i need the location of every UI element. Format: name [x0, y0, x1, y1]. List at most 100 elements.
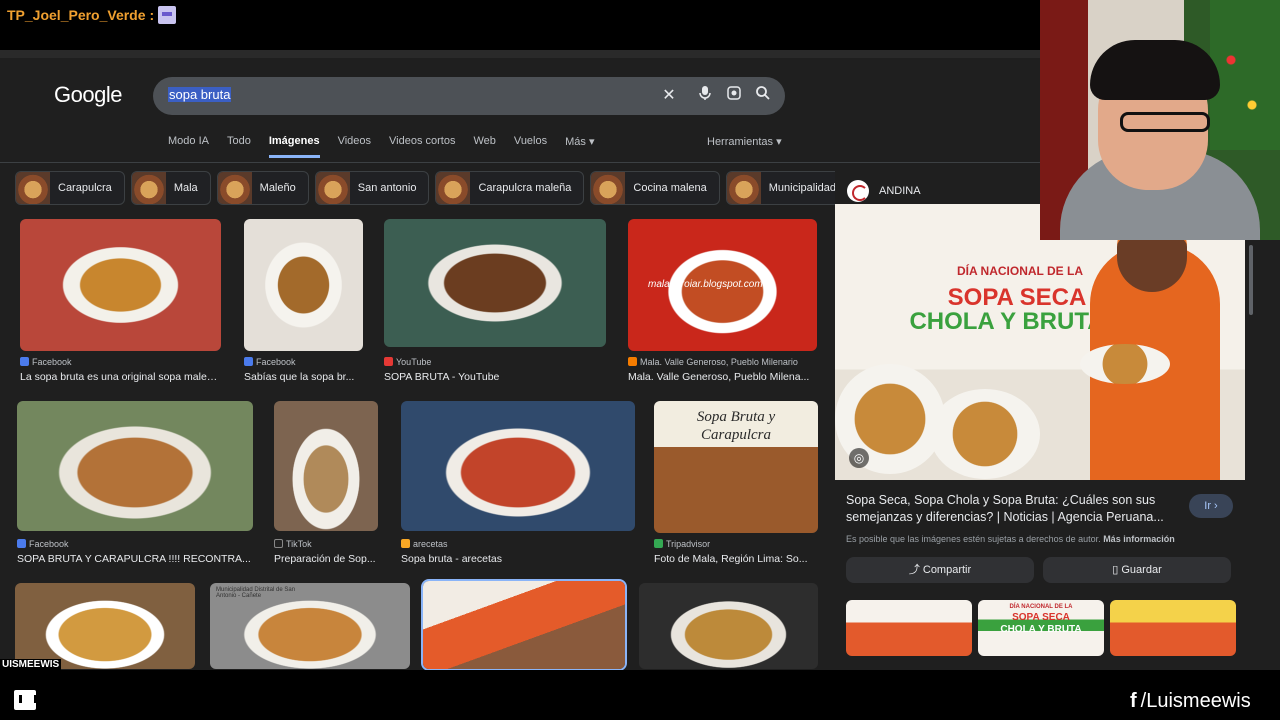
- result-title[interactable]: Preparación de Sop...: [274, 553, 378, 565]
- emote-icon: [158, 6, 177, 24]
- chat-separator: :: [149, 7, 155, 23]
- image-result-selected[interactable]: [421, 579, 627, 671]
- tab-todo[interactable]: Todo: [227, 135, 251, 158]
- chip-municipalidad[interactable]: Municipalidad di: [725, 171, 835, 205]
- result-image[interactable]: [401, 401, 635, 531]
- result-image[interactable]: [384, 219, 606, 347]
- chip-thumbnail: [726, 172, 761, 204]
- chip-carapulcra[interactable]: Carapulcra: [15, 171, 125, 205]
- chip-mala[interactable]: Mala: [130, 171, 211, 205]
- result-image[interactable]: [639, 583, 818, 669]
- share-icon: ⤴: [908, 564, 923, 576]
- chip-carapulcra-malena[interactable]: Carapulcra maleña: [435, 171, 585, 205]
- preview-title[interactable]: Sopa Seca, Sopa Chola y Sopa Bruta: ¿Cuá…: [846, 492, 1186, 526]
- chip-thumbnail: [131, 172, 166, 204]
- related-thumbnail[interactable]: [1110, 600, 1236, 656]
- result-title[interactable]: SOPA BRUTA Y CARAPULCRA !!!! RECONTRA...: [17, 553, 253, 565]
- search-tabs: Modo IA Todo Imágenes Videos Videos cort…: [168, 135, 612, 158]
- microphone-icon[interactable]: [694, 85, 716, 107]
- tab-imagenes[interactable]: Imágenes: [268, 135, 320, 158]
- chip-label: Carapulcra: [58, 182, 112, 194]
- result-source: Facebook: [244, 357, 296, 367]
- result-image[interactable]: [274, 401, 378, 531]
- related-thumbnail[interactable]: [846, 600, 972, 656]
- webcam-feed: [1040, 0, 1280, 240]
- share-button[interactable]: ⤴ Compartir: [846, 557, 1034, 583]
- preview-image[interactable]: DÍA NACIONAL DE LA SOPA SECA CHOLA Y BRU…: [835, 204, 1245, 480]
- search-icon[interactable]: [752, 85, 774, 107]
- chip-san-antonio[interactable]: San antonio: [314, 171, 430, 205]
- result-title[interactable]: Sabías que la sopa br...: [244, 371, 363, 383]
- result-image[interactable]: malaperoiar.blogspot.com: [628, 219, 817, 351]
- lens-search-icon[interactable]: ◎: [849, 448, 869, 468]
- result-image[interactable]: [423, 581, 625, 669]
- related-thumbnail[interactable]: DÍA NACIONAL DE LA SOPA SECA CHOLA Y BRU…: [978, 600, 1104, 656]
- chip-cocina-malena[interactable]: Cocina malena: [590, 171, 720, 205]
- google-logo[interactable]: Google: [54, 82, 122, 108]
- clear-icon[interactable]: ✕: [658, 85, 680, 107]
- twitch-icon: [14, 690, 37, 710]
- result-title[interactable]: Mala. Valle Generoso, Pueblo Milena...: [628, 371, 817, 383]
- tab-vuelos[interactable]: Vuelos: [514, 135, 547, 158]
- chip-label: Mala: [173, 182, 198, 194]
- banner-line1: DÍA NACIONAL DE LA: [957, 264, 1083, 278]
- search-input[interactable]: sopa bruta: [168, 87, 232, 102]
- header-divider: [0, 162, 1040, 163]
- result-title[interactable]: Foto de Mala, Región Lima: So...: [654, 553, 818, 565]
- chip-thumbnail: [217, 172, 252, 204]
- result-image[interactable]: [15, 583, 195, 669]
- thumb-line1: DÍA NACIONAL DE LA: [1009, 604, 1073, 610]
- card-title-line1: Sopa Bruta y: [696, 409, 776, 425]
- chip-label: Maleño: [259, 182, 296, 194]
- more-info-link[interactable]: Más información: [1103, 534, 1175, 544]
- andina-logo-icon: [847, 180, 869, 202]
- chat-message: TP_Joel_Pero_Verde :: [7, 6, 177, 24]
- search-bar[interactable]: sopa bruta ✕: [153, 77, 785, 115]
- tab-mas[interactable]: Más ▾: [565, 135, 594, 158]
- result-source: Tripadvisor: [654, 539, 710, 549]
- chip-label: Cocina malena: [633, 182, 707, 194]
- result-image[interactable]: Municipalidad Distrital de San Antonio -…: [210, 583, 410, 669]
- image-watermark: malaperoiar.blogspot.com: [648, 279, 763, 290]
- preview-source[interactable]: ANDINA: [847, 180, 921, 202]
- blogger-icon: [628, 357, 637, 366]
- tripadvisor-icon: [654, 539, 663, 548]
- card-title-line2: Carapulcra: [700, 427, 771, 443]
- facebook-icon: [20, 357, 29, 366]
- youtube-icon: [384, 357, 393, 366]
- result-source: Facebook: [20, 357, 72, 367]
- related-thumbnails: DÍA NACIONAL DE LA SOPA SECA CHOLA Y BRU…: [846, 600, 1236, 656]
- bottom-overlay: [0, 670, 1280, 720]
- result-source: TikTok: [274, 539, 312, 549]
- result-title[interactable]: SOPA BRUTA - YouTube: [384, 371, 606, 383]
- lens-icon[interactable]: [723, 85, 745, 107]
- chip-label: San antonio: [357, 182, 417, 194]
- result-title[interactable]: La sopa bruta es una original sopa maleñ…: [20, 371, 221, 383]
- bookmark-icon: ▯: [1112, 564, 1122, 576]
- result-source: arecetas: [401, 539, 448, 549]
- streamer-glasses: [1120, 112, 1210, 132]
- result-image[interactable]: [244, 219, 363, 351]
- tab-videos-cortos[interactable]: Videos cortos: [389, 135, 455, 158]
- result-image[interactable]: [20, 219, 221, 351]
- tab-modo-ia[interactable]: Modo IA: [168, 135, 209, 158]
- tools-button[interactable]: Herramientas ▾: [707, 135, 782, 148]
- plate-image: [930, 389, 1040, 479]
- result-image[interactable]: Sopa Bruta y Carapulcra: [654, 401, 818, 533]
- facebook-icon: f: [1130, 690, 1137, 712]
- save-button[interactable]: ▯ Guardar: [1043, 557, 1231, 583]
- chip-maleno[interactable]: Maleño: [216, 171, 309, 205]
- chat-username: TP_Joel_Pero_Verde: [7, 7, 146, 23]
- image-preview-panel: ANDINA DÍA NACIONAL DE LA SOPA SECA CHOL…: [835, 170, 1250, 670]
- copyright-note: Es posible que las imágenes estén sujeta…: [846, 534, 1175, 544]
- result-source: Mala. Valle Generoso, Pueblo Milenario: [628, 357, 798, 367]
- tab-web[interactable]: Web: [473, 135, 495, 158]
- plate-image: [1080, 344, 1170, 384]
- result-title[interactable]: Sopa bruta - arecetas: [401, 553, 635, 565]
- panel-scrollbar[interactable]: [1249, 245, 1253, 315]
- tab-videos[interactable]: Videos: [338, 135, 371, 158]
- visit-button[interactable]: Ir ›: [1189, 494, 1233, 518]
- social-handle: f /Luismeewis: [1130, 690, 1251, 712]
- result-image[interactable]: [17, 401, 253, 531]
- thumb-line3: CHOLA Y BRUTA: [1000, 624, 1082, 635]
